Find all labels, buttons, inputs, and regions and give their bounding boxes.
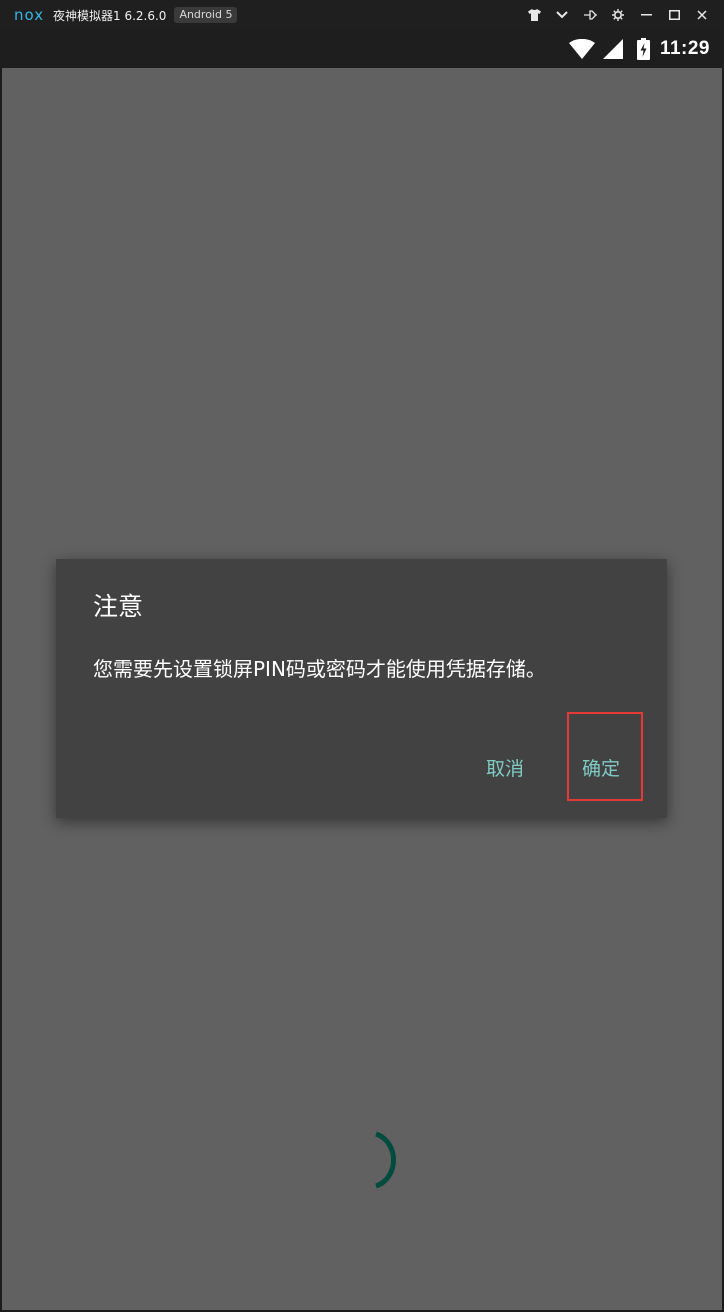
chevron-down-icon[interactable] [548, 0, 576, 30]
alert-dialog: 注意 您需要先设置锁屏PIN码或密码才能使用凭据存储。 取消 确定 [56, 559, 667, 818]
emulator-titlebar: nox 夜神模拟器1 6.2.6.0 Android 5 [0, 0, 724, 30]
dialog-message: 您需要先设置锁屏PIN码或密码才能使用凭据存储。 [93, 657, 546, 681]
cancel-button[interactable]: 取消 [486, 754, 524, 781]
nox-logo: nox [14, 6, 45, 24]
gear-icon[interactable] [604, 0, 632, 30]
signal-icon [602, 39, 623, 59]
status-clock: 11:29 [659, 38, 710, 59]
window-controls [520, 0, 716, 30]
android-version-badge: Android 5 [174, 7, 238, 23]
maximize-icon[interactable] [660, 0, 688, 30]
ok-button[interactable]: 确定 [582, 754, 620, 781]
battery-charging-icon [636, 38, 650, 60]
minimize-icon[interactable] [632, 0, 660, 30]
dialog-title: 注意 [93, 592, 144, 621]
emulator-title: 夜神模拟器1 6.2.6.0 [53, 8, 167, 23]
shirt-icon[interactable] [520, 0, 548, 30]
android-status-bar: 11:29 [0, 30, 724, 68]
loading-spinner-icon [375, 1131, 396, 1189]
emulator-window: nox 夜神模拟器1 6.2.6.0 Android 5 11:29 注意 您需… [0, 0, 724, 1312]
pin-icon[interactable] [576, 0, 604, 30]
wifi-icon [568, 39, 595, 59]
close-icon[interactable] [688, 0, 716, 30]
